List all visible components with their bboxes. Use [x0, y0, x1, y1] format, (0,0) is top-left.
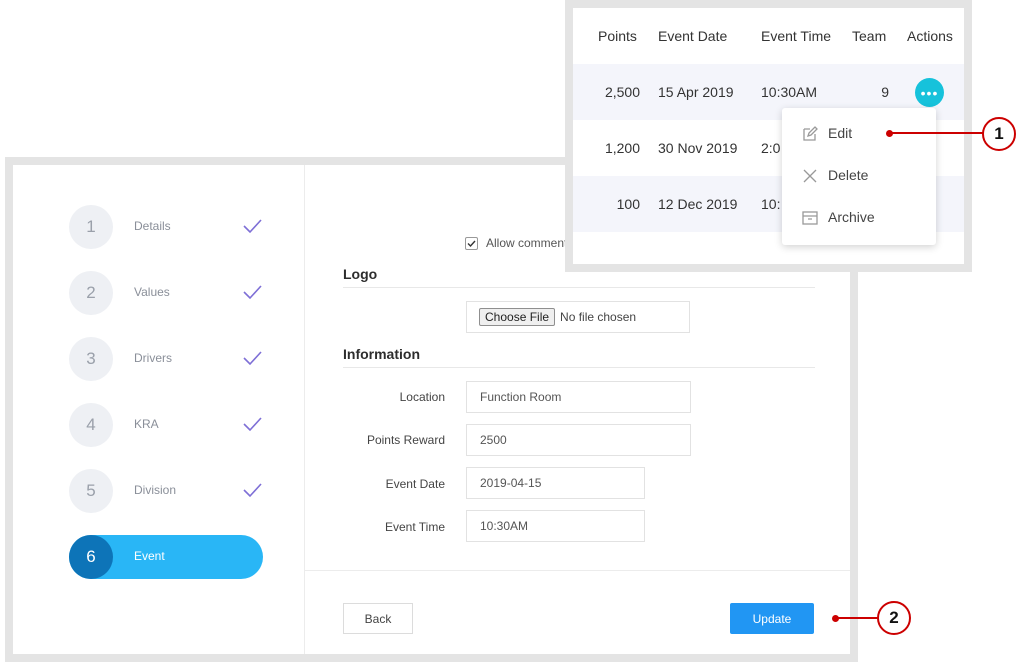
allow-comment-option[interactable]: Allow comment [465, 236, 567, 250]
step-number: 5 [69, 469, 113, 513]
divider [343, 287, 815, 288]
table-header: Points Event Date Event Time Team Action… [573, 8, 964, 64]
location-input[interactable]: Function Room [466, 381, 691, 413]
back-button[interactable]: Back [343, 603, 413, 634]
menu-item-edit[interactable]: Edit [782, 114, 936, 154]
header-event-date: Event Date [658, 28, 728, 44]
callout-2: 2 [877, 601, 911, 635]
step-event[interactable]: 6 Event [69, 535, 263, 579]
archive-icon [802, 211, 818, 225]
cell-event-time: 2:0 [761, 140, 781, 156]
menu-item-delete[interactable]: Delete [782, 156, 936, 196]
cell-points: 100 [616, 196, 640, 212]
callout-1: 1 [982, 117, 1016, 151]
header-event-time: Event Time [761, 28, 832, 44]
step-drivers[interactable]: 3 Drivers [69, 337, 269, 381]
more-horizontal-icon[interactable]: ••• [915, 78, 944, 107]
update-button[interactable]: Update [730, 603, 814, 634]
menu-item-label: Delete [828, 167, 869, 183]
event-time-input[interactable]: 10:30AM [466, 510, 645, 542]
header-team: Team [852, 28, 887, 44]
step-number: 2 [69, 271, 113, 315]
edit-icon [803, 126, 818, 141]
step-label: Event [134, 549, 165, 563]
checkmark-icon [243, 417, 262, 432]
menu-item-label: Archive [828, 209, 875, 225]
cell-event-date: 12 Dec 2019 [658, 196, 738, 212]
allow-comment-label: Allow comment [486, 236, 568, 250]
menu-item-archive[interactable]: Archive [782, 198, 936, 238]
cell-event-time: 10: [761, 196, 781, 212]
step-label: Values [134, 285, 170, 299]
cell-event-date: 15 Apr 2019 [658, 84, 734, 100]
cell-event-date: 30 Nov 2019 [658, 140, 738, 156]
no-file-text: No file chosen [560, 310, 637, 324]
step-kra[interactable]: 4 KRA [69, 403, 269, 447]
header-points: Points [598, 28, 637, 44]
step-number: 4 [69, 403, 113, 447]
choose-file-button[interactable]: Choose File [479, 308, 556, 326]
points-reward-input[interactable]: 2500 [466, 424, 691, 456]
step-label: Drivers [134, 351, 172, 365]
allow-comment-checkbox[interactable] [465, 236, 478, 250]
wizard-steps: 1 Details 2 Values 3 Drivers 4 KRA 5 Div… [13, 165, 305, 654]
step-label: Division [134, 483, 177, 497]
step-number: 1 [69, 205, 113, 249]
checkmark-icon [243, 219, 262, 234]
close-icon [803, 169, 817, 183]
callout-line [835, 617, 879, 619]
checkmark-icon [243, 285, 262, 300]
points-reward-label: Points Reward [366, 433, 445, 447]
step-label: Details [134, 219, 171, 233]
checkmark-icon [243, 483, 262, 498]
information-section-title: Information [343, 346, 420, 362]
divider [343, 367, 815, 368]
event-date-input[interactable]: 2019-04-15 [466, 467, 645, 499]
event-date-label: Event Date [385, 477, 445, 491]
step-number: 6 [69, 535, 113, 579]
location-label: Location [399, 390, 445, 404]
logo-section-title: Logo [343, 266, 378, 282]
actions-menu: Edit Delete Archive [782, 108, 936, 245]
header-actions: Actions [907, 28, 953, 44]
divider [305, 570, 850, 571]
checkmark-icon [243, 351, 262, 366]
logo-file-input[interactable]: Choose File No file chosen [466, 301, 690, 333]
cell-points: 1,200 [604, 140, 640, 156]
menu-item-label: Edit [828, 125, 853, 141]
step-details[interactable]: 1 Details [69, 205, 269, 249]
step-label: KRA [134, 417, 159, 431]
cell-points: 2,500 [604, 84, 640, 100]
checkmark-icon [467, 240, 476, 247]
step-division[interactable]: 5 Division [69, 469, 269, 513]
step-values[interactable]: 2 Values [69, 271, 269, 315]
event-time-label: Event Time [384, 520, 445, 534]
step-number: 3 [69, 337, 113, 381]
callout-line [889, 132, 984, 134]
